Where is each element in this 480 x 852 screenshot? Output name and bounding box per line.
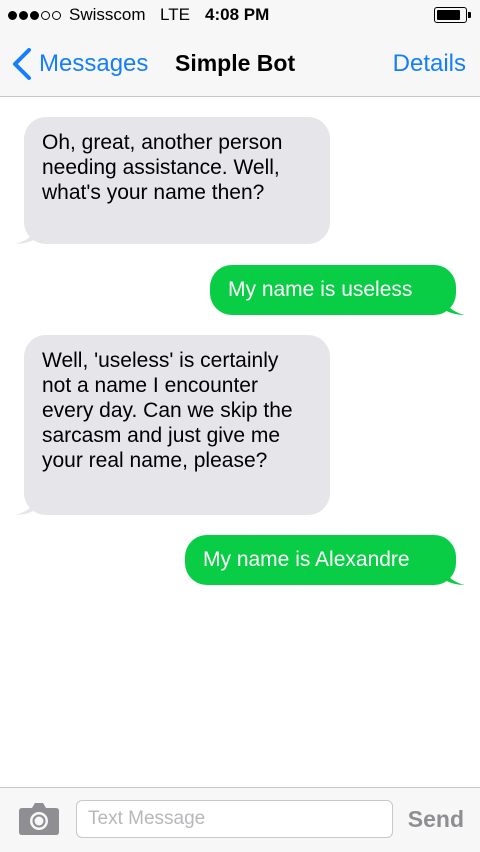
- message-text: My name is useless: [228, 278, 413, 301]
- message-text: Oh, great, another person needing assist…: [42, 131, 283, 204]
- signal-strength-icon: [8, 11, 61, 20]
- message-list[interactable]: Oh, great, another person needing assist…: [0, 97, 480, 787]
- bubble-tail: [443, 299, 465, 315]
- message-text: Well, 'useless' is certainly not a name …: [42, 349, 293, 472]
- compose-bar: Send: [0, 787, 480, 852]
- camera-icon[interactable]: [18, 802, 60, 836]
- send-button[interactable]: Send: [408, 806, 464, 833]
- message-bubble-outgoing[interactable]: My name is Alexandre: [185, 535, 465, 585]
- signal-dot: [8, 11, 17, 20]
- message-bubble-outgoing[interactable]: My name is useless: [210, 265, 465, 315]
- message-bubble-incoming[interactable]: Well, 'useless' is certainly not a name …: [15, 335, 330, 515]
- message-text: My name is Alexandre: [203, 548, 410, 571]
- battery-tip: [468, 12, 471, 18]
- battery-level: [437, 10, 460, 20]
- status-time: 4:08 PM: [205, 5, 270, 24]
- back-label: Messages: [39, 50, 149, 77]
- message-input[interactable]: [76, 800, 393, 838]
- conversation-title: Simple Bot: [175, 50, 296, 76]
- carrier-name: Swisscom: [69, 5, 146, 24]
- bubble-tail: [443, 569, 465, 585]
- network-type: LTE: [160, 5, 190, 24]
- nav-bar: Messages Simple Bot Details: [0, 30, 480, 97]
- status-bar: Swisscom LTE 4:08 PM: [0, 0, 480, 30]
- message-bubble-incoming[interactable]: Oh, great, another person needing assist…: [15, 117, 330, 244]
- signal-dot: [52, 11, 61, 20]
- signal-dot: [19, 11, 28, 20]
- back-button[interactable]: Messages: [10, 47, 148, 81]
- signal-dot: [41, 11, 50, 20]
- chevron-left-icon: [13, 48, 31, 80]
- battery-icon: [434, 7, 467, 23]
- bubble-tail: [15, 228, 37, 244]
- bubble-tail: [15, 499, 37, 515]
- details-button[interactable]: Details: [393, 50, 466, 78]
- signal-dot: [30, 11, 39, 20]
